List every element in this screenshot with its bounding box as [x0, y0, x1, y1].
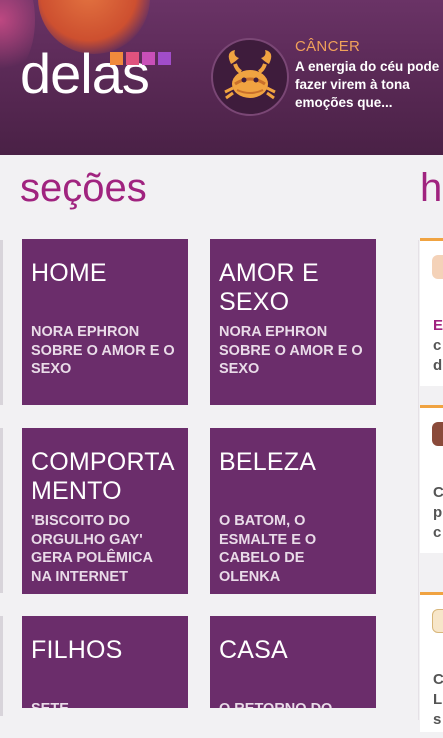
logo-square-pink: [126, 52, 139, 65]
news-thumbnail: [432, 609, 443, 633]
tile-subtitle: O RETORNO DO: [219, 700, 371, 708]
news-card-peek[interactable]: C L s: [420, 592, 443, 732]
tile-title: HOME: [31, 259, 107, 287]
horoscope-sign[interactable]: CÂNCER: [295, 38, 360, 55]
news-thumbnail: [432, 255, 443, 279]
news-card-text: d: [433, 357, 443, 374]
tile-beleza[interactable]: BELEZA O BATOM, O ESMALTE E O CABELO DE …: [210, 428, 376, 594]
logo-squares: [110, 52, 171, 65]
logo-square-magenta: [142, 52, 155, 65]
tile-title: CASA: [219, 636, 288, 664]
news-card-text: s: [433, 711, 442, 728]
news-card-peek[interactable]: E c d: [420, 238, 443, 386]
tile-title: AMOR E SEXO: [219, 259, 319, 316]
tile-casa[interactable]: CASA O RETORNO DO: [210, 616, 376, 708]
tile-home[interactable]: HOME NORA EPHRON SOBRE O AMOR E O SEXO: [22, 239, 188, 405]
news-card-text: c: [433, 337, 442, 354]
previous-panel-peek: [0, 428, 3, 593]
news-thumbnail: [432, 422, 443, 446]
previous-panel-peek: [0, 240, 3, 405]
app-header: delas CÂNCER A energia do céu pode fazer…: [0, 0, 443, 155]
news-card-text: L: [433, 691, 443, 708]
tile-title: COMPORTA MENTO: [31, 448, 174, 505]
sections-heading: seções: [20, 166, 147, 210]
tile-subtitle: SETE: [31, 700, 183, 708]
crab-icon[interactable]: [211, 38, 289, 116]
tile-subtitle: 'BISCOITO DO ORGULHO GAY' GERA POLÊMICA …: [31, 513, 153, 585]
tile-comportamento[interactable]: COMPORTA MENTO 'BISCOITO DO ORGULHO GAY'…: [22, 428, 188, 594]
news-card-text: c: [433, 524, 442, 541]
tile-subtitle: NORA EPHRON SOBRE O AMOR E O SEXO: [31, 324, 175, 377]
tile-subtitle: NORA EPHRON SOBRE O AMOR E O SEXO: [219, 324, 363, 377]
tile-title: BELEZA: [219, 448, 317, 476]
news-card-text: E: [433, 317, 443, 334]
panel-divider: [418, 240, 419, 720]
tile-title: FILHOS: [31, 636, 123, 664]
news-card-text: C: [433, 671, 443, 688]
tile-amor-e-sexo[interactable]: AMOR E SEXO NORA EPHRON SOBRE O AMOR E O…: [210, 239, 376, 405]
horoscope-text[interactable]: A energia do céu pode fazer virem à tona…: [295, 58, 440, 112]
news-card-text: C: [433, 484, 443, 501]
next-panel-heading: h: [420, 166, 443, 210]
logo-square-orange: [110, 52, 123, 65]
news-card-text: p: [433, 504, 443, 521]
tile-subtitle: O BATOM, O ESMALTE E O CABELO DE OLENKA: [219, 513, 317, 585]
tile-filhos[interactable]: FILHOS SETE: [22, 616, 188, 708]
news-card-peek[interactable]: C p c: [420, 405, 443, 553]
logo-square-purple: [158, 52, 171, 65]
previous-panel-peek: [0, 616, 3, 716]
